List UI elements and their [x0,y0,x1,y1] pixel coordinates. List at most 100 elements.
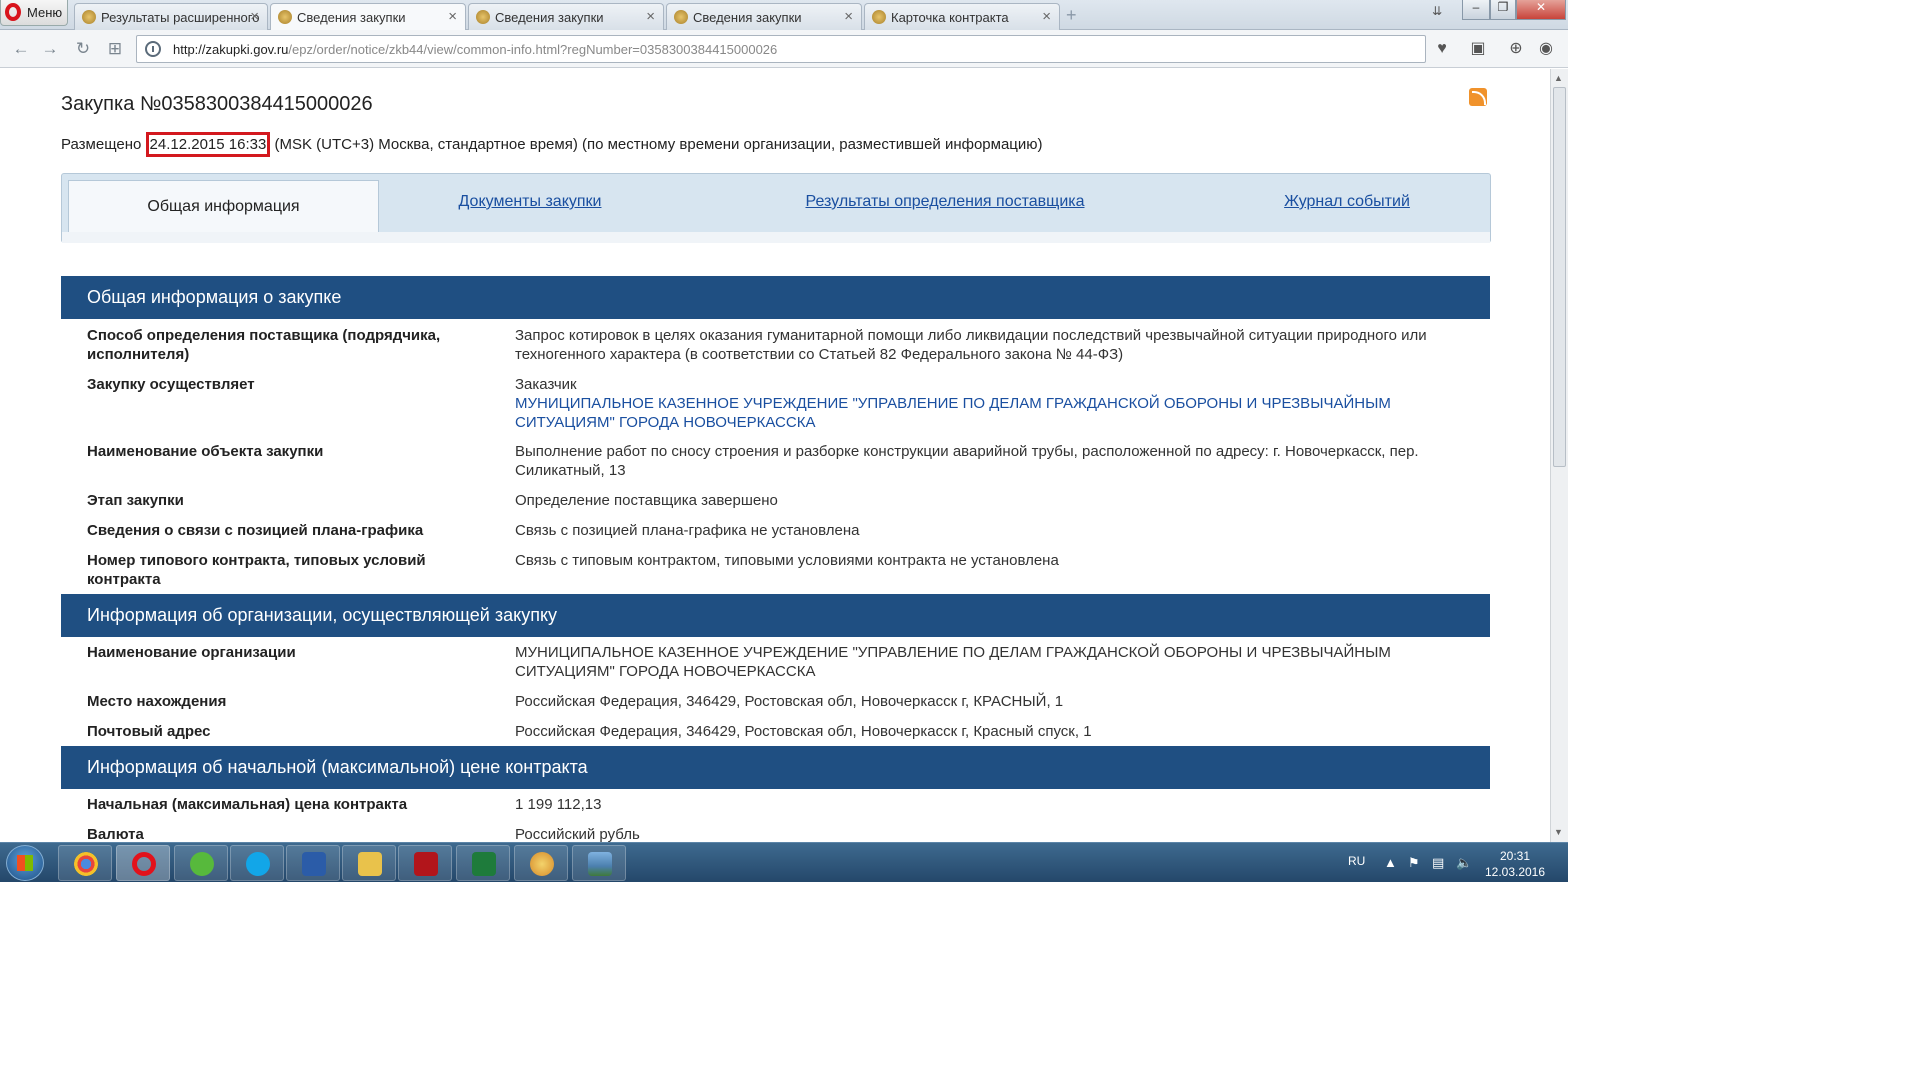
pdf-icon [414,852,438,876]
start-button[interactable] [6,845,44,881]
rss-icon[interactable] [1469,88,1487,106]
close-window-icon[interactable]: ✕ [1516,0,1566,20]
table-row: Способ определения поставщика (подрядчик… [61,326,1490,370]
folder-icon [358,852,382,876]
taskbar-explorer[interactable] [342,845,396,881]
row-value: Российская Федерация, 346429, Ростовская… [515,723,1092,740]
tray-expand-icon[interactable]: ▲ [1384,855,1397,870]
row-key: Почтовый адрес [87,723,211,740]
section-header-organization: Информация об организации, осуществляюще… [61,594,1490,637]
scroll-thumb[interactable] [1553,87,1566,467]
chrome-icon [74,852,98,876]
tab-close-icon[interactable]: × [250,8,259,25]
emblem-favicon-icon [82,10,96,24]
back-arrow-icon[interactable]: ← [10,38,32,60]
taskbar-utorrent[interactable] [174,845,228,881]
tab-label: Карточка контракта [891,10,1009,25]
heart-bookmark-icon[interactable]: ♥ [1432,39,1452,59]
customer-link[interactable]: МУНИЦИПАЛЬНОЕ КАЗЕННОЕ УЧРЕЖДЕНИЕ "УПРАВ… [515,394,1465,432]
tab-close-icon[interactable]: × [844,8,853,25]
row-key: Наименование организации [87,644,296,661]
url-text[interactable]: http://zakupki.gov.ru/epz/order/notice/z… [173,42,777,57]
browser-tab[interactable]: Карточка контракта × [864,3,1060,30]
table-row: Сведения о связи с позицией плана-график… [61,521,1490,546]
utorrent-icon [190,852,214,876]
download-icon[interactable]: ⊕ [1506,39,1526,59]
tab-general-info[interactable]: Общая информация [68,180,379,232]
opera-icon [132,852,156,876]
new-tab-icon[interactable]: + [1066,5,1077,26]
page-tabs: Общая информация Документы закупки Резул… [61,173,1491,243]
table-row: Наименование организации МУНИЦИПАЛЬНОЕ К… [61,643,1490,687]
opera-logo-icon [5,3,21,21]
extension-icon[interactable]: ▣ [1468,39,1488,59]
row-key: Валюта [87,826,144,842]
tab-event-log[interactable]: Журнал событий [1272,174,1422,230]
photos-icon [588,852,612,876]
row-value: Выполнение работ по сносу строения и раз… [515,443,1419,479]
browser-tab[interactable]: Сведения закупки × [666,3,862,30]
row-value: Запрос котировок в целях оказания гумани… [515,327,1427,363]
tab-close-icon[interactable]: × [1042,8,1051,25]
browser-tab-bar: Меню Результаты расширенного × Сведения … [0,0,1568,31]
browser-tab[interactable]: Сведения закупки × [468,3,664,30]
url-path: /epz/order/notice/zkb44/view/common-info… [288,42,778,57]
tab-close-icon[interactable]: × [646,8,655,25]
browser-nav-bar: ← → ↻ ⊞ http://zakupki.gov.ru/epz/order/… [0,30,1568,68]
browser-menu-button[interactable]: Меню [0,0,68,26]
address-bar[interactable]: http://zakupki.gov.ru/epz/order/notice/z… [136,35,1426,63]
clock-time: 20:31 [1499,849,1531,863]
language-indicator[interactable]: RU [1348,854,1365,868]
os-taskbar: RU ▲ ⚑ ▤ 🔈 20:31 12.03.2016 [0,842,1568,882]
table-row: Начальная (максимальная) цена контракта … [61,795,1490,820]
speed-dial-grid-icon[interactable]: ⊞ [104,38,126,60]
row-value: Российский рубль [515,826,640,842]
clock[interactable]: 20:31 12.03.2016 [1480,848,1550,880]
taskbar-word[interactable] [286,845,340,881]
maximize-icon[interactable]: ❐ [1490,0,1516,20]
row-key: Закупку осуществляет [87,376,255,393]
page-scrollbar[interactable]: ▲ ▼ [1550,69,1568,842]
tab-list-icon[interactable]: ⇊ [1426,4,1448,24]
taskbar-excel[interactable] [456,845,510,881]
page-title: Закупка №0358300384415000026 [61,93,373,115]
tab-label: Сведения закупки [693,10,802,25]
reload-icon[interactable]: ↻ [72,38,94,60]
network-icon[interactable]: ▤ [1432,855,1444,871]
tab-supplier-results[interactable]: Результаты определения поставщика [788,174,1102,230]
taskbar-acrobat[interactable] [398,845,452,881]
row-key: Номер типового контракта, типовых услови… [87,552,426,588]
scroll-up-icon[interactable]: ▲ [1554,73,1563,83]
site-info-icon[interactable] [145,41,161,57]
emblem-favicon-icon [872,10,886,24]
posted-label: Размещено [61,136,142,153]
row-value: Российская Федерация, 346429, Ростовская… [515,693,1064,710]
forward-arrow-icon[interactable]: → [39,38,61,60]
posted-datetime: 24.12.2015 16:33 [145,132,271,157]
clock-date: 12.03.2016 [1484,865,1546,879]
taskbar-chrome[interactable] [58,845,112,881]
web-page: Закупка №0358300384415000026 Размещено 2… [0,69,1550,842]
taskbar-photos[interactable] [572,845,626,881]
excel-icon [472,852,496,876]
tab-close-icon[interactable]: × [448,8,457,25]
action-center-flag-icon[interactable]: ⚑ [1408,855,1420,871]
tab-label: Результаты расширенного [101,10,260,25]
row-key: Наименование объекта закупки [87,443,324,460]
tab-documents[interactable]: Документы закупки [440,174,620,230]
table-row: Номер типового контракта, типовых услови… [61,551,1490,591]
browser-tab-active[interactable]: Сведения закупки × [270,3,466,31]
taskbar-paint[interactable] [514,845,568,881]
user-account-icon[interactable]: ◉ [1536,39,1556,59]
table-row: Почтовый адрес Российская Федерация, 346… [61,722,1490,747]
minimize-icon[interactable]: – [1462,0,1490,20]
volume-icon[interactable]: 🔈 [1456,855,1472,871]
table-row: Этап закупки Определение поставщика заве… [61,491,1490,516]
taskbar-opera[interactable] [116,845,170,881]
browser-tab[interactable]: Результаты расширенного × [74,3,268,30]
taskbar-skype[interactable] [230,845,284,881]
row-value: Заказчик МУНИЦИПАЛЬНОЕ КАЗЕННОЕ УЧРЕЖДЕН… [515,375,1465,432]
table-row: Наименование объекта закупки Выполнение … [61,442,1490,486]
emblem-favicon-icon [476,10,490,24]
scroll-down-icon[interactable]: ▼ [1554,827,1563,837]
